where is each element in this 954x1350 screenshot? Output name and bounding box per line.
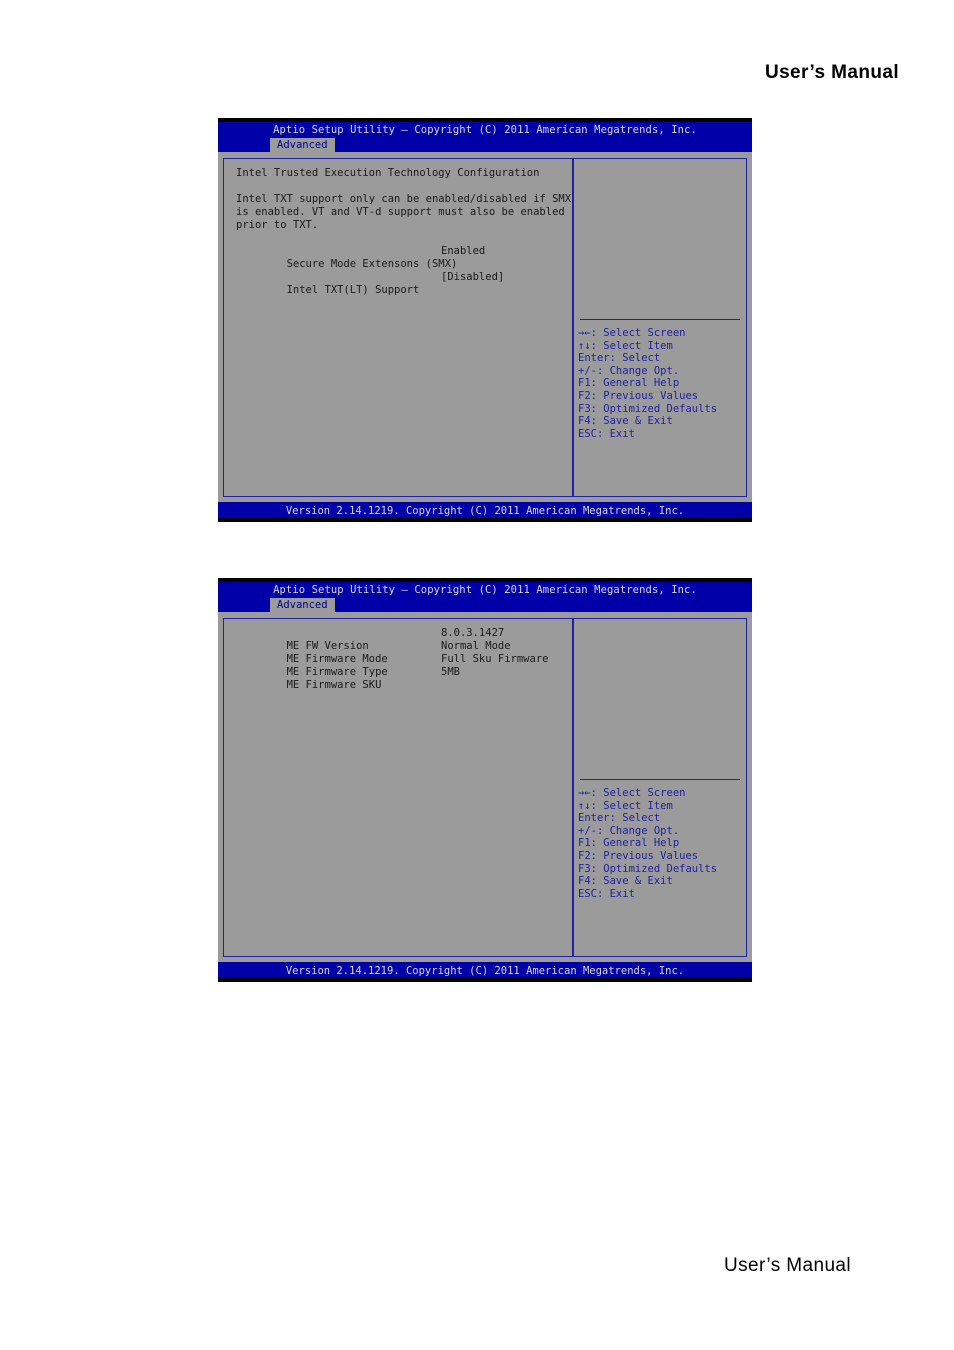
help-key-general-help: F1: General Help bbox=[578, 377, 680, 390]
info-value: 5MB bbox=[441, 666, 460, 678]
help-key-optimized-defaults: F3: Optimized Defaults bbox=[578, 402, 718, 415]
help-key-select-item: ↑↓: Select Item bbox=[578, 799, 673, 812]
description-line-2: is enabled. VT and VT-d support must als… bbox=[236, 206, 565, 218]
help-key-enter-select: Enter: Select bbox=[578, 812, 661, 825]
info-row-me-firmware-type: ME Firmware Type Full Sku Firmware bbox=[236, 653, 572, 678]
help-key-previous-values: F2: Previous Values bbox=[578, 389, 699, 402]
bios-tab-advanced[interactable]: Advanced bbox=[270, 138, 335, 152]
description-line-1: Intel TXT support only can be enabled/di… bbox=[236, 193, 572, 205]
bios-version-text: Version 2.14.1219. Copyright (C) 2011 Am… bbox=[285, 505, 685, 517]
help-key-list: →←: Select Screen ↑↓: Select Item Enter:… bbox=[574, 787, 746, 900]
info-row-me-firmware-mode: ME Firmware Mode Normal Mode bbox=[236, 640, 572, 665]
setting-label: Intel TXT(LT) Support bbox=[286, 284, 420, 296]
page-footer-title: User’s Manual bbox=[724, 1255, 851, 1276]
help-key-save-exit: F4: Save & Exit bbox=[578, 875, 673, 888]
description-line-3: prior to TXT. bbox=[236, 219, 319, 231]
help-key-select-screen: →←: Select Screen bbox=[578, 787, 686, 799]
bios-screenshot-txt-configuration: Aptio Setup Utility – Copyright (C) 2011… bbox=[218, 118, 752, 522]
help-key-list: →←: Select Screen ↑↓: Select Item Enter:… bbox=[574, 327, 746, 440]
bios-title-text: Aptio Setup Utility – Copyright (C) 2011… bbox=[273, 584, 697, 596]
info-row-me-fw-version: ME FW Version 8.0.3.1427 bbox=[236, 627, 572, 652]
help-key-esc-exit: ESC: Exit bbox=[578, 887, 635, 900]
section-title: Intel Trusted Execution Technology Confi… bbox=[236, 167, 540, 179]
bios-version-text: Version 2.14.1219. Copyright (C) 2011 Am… bbox=[285, 965, 685, 977]
info-value: Full Sku Firmware bbox=[441, 653, 549, 665]
bios-tab-advanced[interactable]: Advanced bbox=[270, 598, 335, 612]
setting-value: Enabled bbox=[441, 245, 486, 257]
help-key-save-exit: F4: Save & Exit bbox=[578, 415, 673, 428]
help-separator bbox=[580, 779, 740, 780]
bios-body: ME FW Version 8.0.3.1427 ME Firmware Mod… bbox=[218, 612, 752, 962]
info-label: ME Firmware SKU bbox=[286, 679, 382, 691]
bios-settings-panel: ME FW Version 8.0.3.1427 ME Firmware Mod… bbox=[223, 618, 572, 957]
info-value: 8.0.3.1427 bbox=[441, 627, 505, 639]
help-key-general-help: F1: General Help bbox=[578, 837, 680, 850]
bios-title-bar: Aptio Setup Utility – Copyright (C) 2011… bbox=[218, 122, 752, 152]
setting-row-intel-txt-lt-support[interactable]: Intel TXT(LT) Support [Disabled] bbox=[236, 271, 572, 296]
info-value: Normal Mode bbox=[441, 640, 511, 652]
help-key-optimized-defaults: F3: Optimized Defaults bbox=[578, 862, 718, 875]
bios-help-panel: →←: Select Screen ↑↓: Select Item Enter:… bbox=[574, 618, 747, 957]
setting-value: [Disabled] bbox=[441, 271, 505, 283]
bios-version-bar: Version 2.14.1219. Copyright (C) 2011 Am… bbox=[218, 502, 752, 522]
help-key-previous-values: F2: Previous Values bbox=[578, 849, 699, 862]
bios-body: Intel Trusted Execution Technology Confi… bbox=[218, 152, 752, 502]
bios-settings-panel: Intel Trusted Execution Technology Confi… bbox=[223, 158, 572, 497]
page-header-title: User’s Manual bbox=[764, 62, 899, 83]
help-key-change-opt: +/-: Change Opt. bbox=[578, 824, 680, 837]
bios-title-bar: Aptio Setup Utility – Copyright (C) 2011… bbox=[218, 582, 752, 612]
help-key-enter-select: Enter: Select bbox=[578, 352, 661, 365]
help-key-select-screen: →←: Select Screen bbox=[578, 327, 686, 339]
bios-title-text: Aptio Setup Utility – Copyright (C) 2011… bbox=[273, 124, 697, 136]
bios-help-panel: →←: Select Screen ↑↓: Select Item Enter:… bbox=[574, 158, 747, 497]
bios-screenshot-me-firmware-info: Aptio Setup Utility – Copyright (C) 2011… bbox=[218, 578, 752, 982]
help-key-select-item: ↑↓: Select Item bbox=[578, 339, 673, 352]
setting-label: Secure Mode Extensons (SMX) bbox=[286, 258, 458, 270]
help-key-change-opt: +/-: Change Opt. bbox=[578, 364, 680, 377]
info-row-me-firmware-sku: ME Firmware SKU 5MB bbox=[236, 666, 572, 691]
setting-row-secure-mode-extensions[interactable]: Secure Mode Extensons (SMX) Enabled bbox=[236, 245, 572, 270]
help-separator bbox=[580, 319, 740, 320]
bios-version-bar: Version 2.14.1219. Copyright (C) 2011 Am… bbox=[218, 962, 752, 982]
help-key-esc-exit: ESC: Exit bbox=[578, 427, 635, 440]
